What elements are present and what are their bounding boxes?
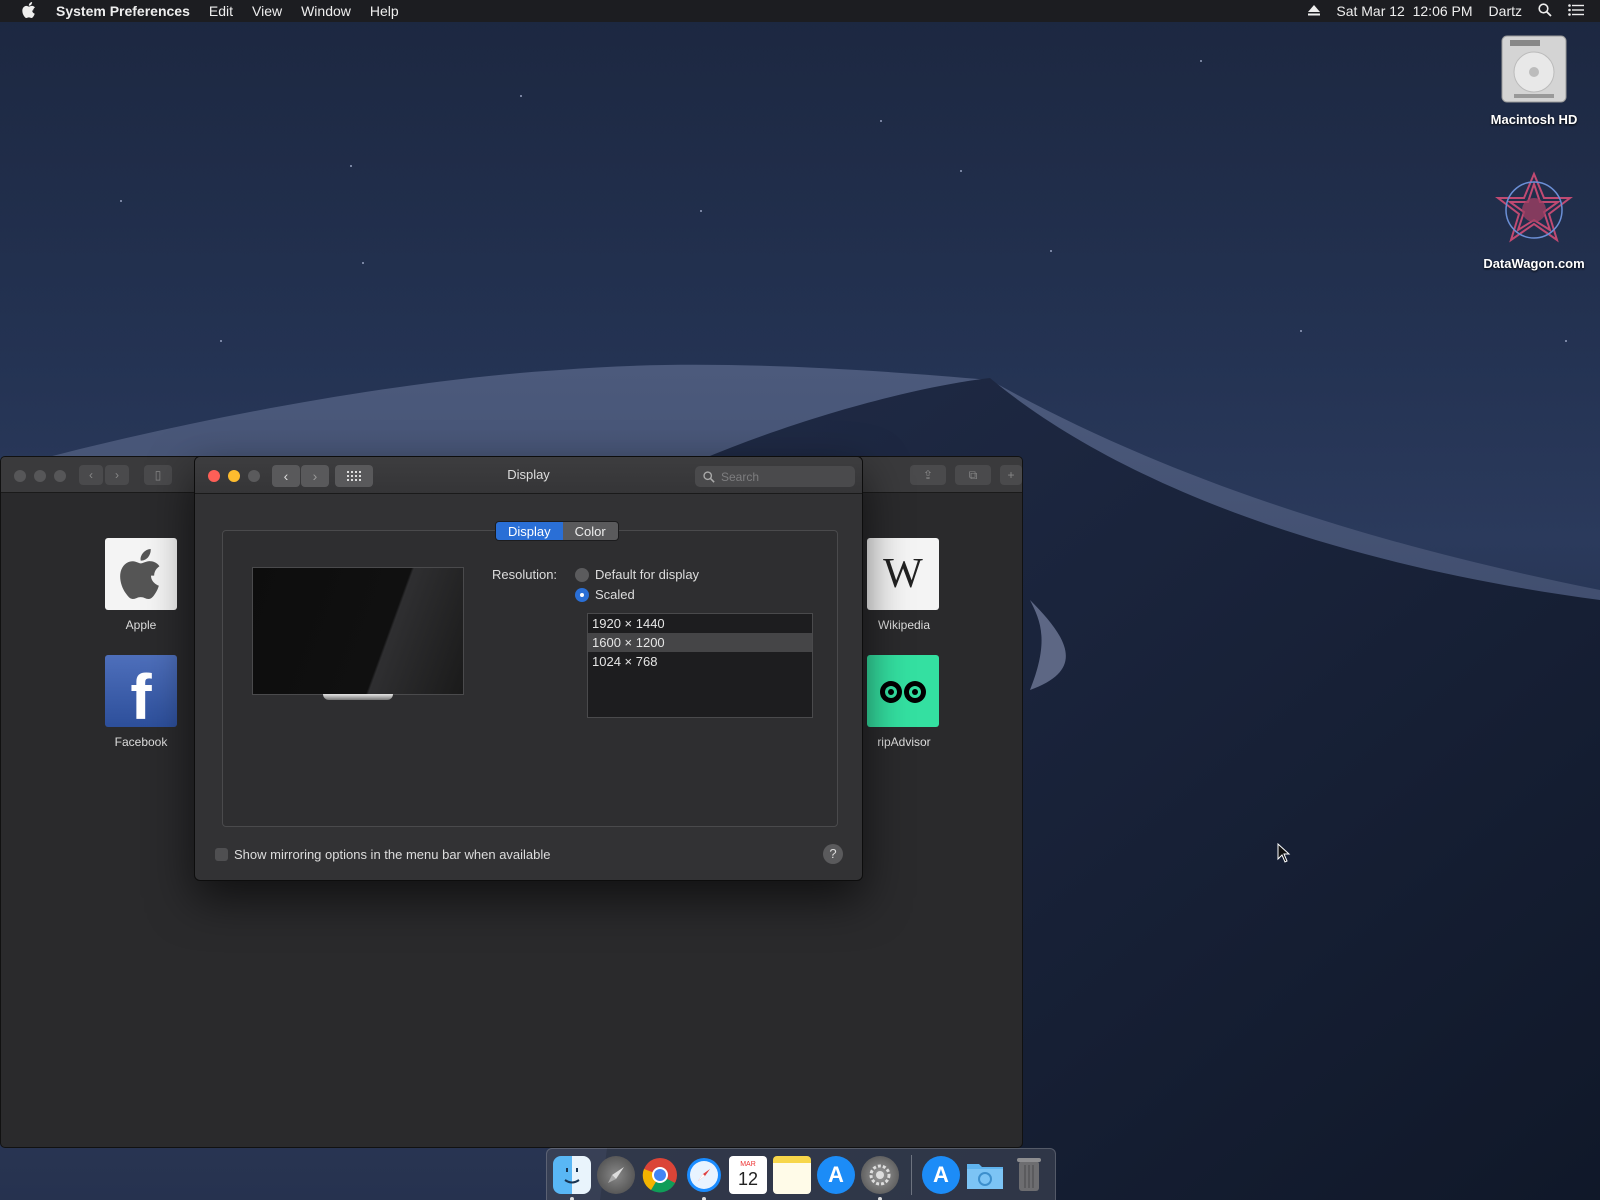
back-icon[interactable]: ‹ bbox=[79, 465, 103, 485]
launchpad-icon[interactable] bbox=[597, 1155, 635, 1194]
apple-icon bbox=[105, 538, 177, 610]
finder-icon[interactable] bbox=[553, 1155, 591, 1200]
calendar-month: MAR bbox=[740, 1161, 756, 1168]
menu-user[interactable]: Dartz bbox=[1489, 3, 1522, 19]
mirroring-label: Show mirroring options in the menu bar w… bbox=[234, 847, 551, 862]
hard-drive-icon bbox=[1498, 34, 1570, 106]
close-button[interactable] bbox=[14, 470, 26, 482]
calendar-day: 12 bbox=[737, 1169, 759, 1189]
radio-default-for-display[interactable]: Default for display bbox=[575, 567, 699, 582]
mirroring-option[interactable]: Show mirroring options in the menu bar w… bbox=[215, 847, 551, 862]
app-store-folder-icon[interactable]: A bbox=[922, 1155, 960, 1194]
calendar-icon[interactable]: MAR 12 bbox=[729, 1155, 767, 1194]
prefs-titlebar: ‹ › Display bbox=[195, 457, 862, 494]
tripadvisor-icon bbox=[867, 655, 939, 727]
app-store-icon[interactable]: A bbox=[817, 1155, 855, 1194]
radio-button[interactable] bbox=[575, 567, 589, 582]
notification-center-icon[interactable] bbox=[1568, 3, 1584, 19]
tab-display[interactable]: Display bbox=[496, 522, 563, 540]
menu-edit[interactable]: Edit bbox=[209, 3, 233, 19]
mouse-cursor-icon bbox=[1277, 843, 1291, 863]
desktop-icon-label: DataWagon.com bbox=[1483, 256, 1585, 271]
mirroring-checkbox[interactable] bbox=[215, 848, 228, 861]
sidebar-icon[interactable]: ▯ bbox=[144, 465, 172, 485]
trash-icon[interactable] bbox=[1010, 1156, 1048, 1194]
chrome-icon[interactable] bbox=[641, 1156, 679, 1194]
menu-view[interactable]: View bbox=[252, 3, 282, 19]
radio-button[interactable] bbox=[575, 587, 589, 602]
apple-logo-icon[interactable] bbox=[18, 1, 40, 21]
menu-bar: System Preferences Edit View Window Help… bbox=[0, 0, 1600, 22]
desktop-icon-datawagon[interactable]: DataWagon.com bbox=[1474, 170, 1594, 271]
resolution-list[interactable]: 1920 × 1440 1600 × 1200 1024 × 768 bbox=[587, 613, 813, 718]
display-stand bbox=[323, 694, 393, 700]
desktop-icon-macintosh-hd[interactable]: Macintosh HD bbox=[1474, 34, 1594, 127]
zoom-button[interactable] bbox=[54, 470, 66, 482]
tabs-overview-icon[interactable]: ⧉ bbox=[955, 465, 991, 485]
search-input[interactable] bbox=[721, 469, 841, 484]
menu-clock[interactable]: Sat Mar 12 12:06 PM bbox=[1336, 3, 1472, 19]
new-tab-icon[interactable]: + bbox=[1000, 465, 1022, 485]
menu-window[interactable]: Window bbox=[301, 3, 351, 19]
search-icon bbox=[703, 470, 715, 483]
resolution-label: Resolution: bbox=[492, 567, 558, 582]
search-field[interactable] bbox=[695, 466, 855, 487]
datawagon-logo-icon bbox=[1494, 170, 1574, 250]
eject-icon[interactable] bbox=[1308, 3, 1321, 19]
notes-icon[interactable] bbox=[773, 1155, 811, 1194]
radio-label: Scaled bbox=[595, 587, 635, 602]
wikipedia-icon: W bbox=[867, 538, 939, 610]
desktop-icon-label: Macintosh HD bbox=[1490, 112, 1578, 127]
display-panel: Display Color Resolution: Default for di… bbox=[222, 521, 838, 827]
favorite-label: Apple bbox=[125, 618, 157, 632]
share-icon[interactable]: ⇪ bbox=[910, 465, 946, 485]
radio-label: Default for display bbox=[595, 567, 700, 582]
menu-help[interactable]: Help bbox=[370, 3, 399, 19]
spotlight-search-icon[interactable] bbox=[1538, 2, 1552, 20]
list-item[interactable]: 1600 × 1200 bbox=[588, 633, 812, 652]
minimize-button[interactable] bbox=[34, 470, 46, 482]
favorite-facebook[interactable]: f Facebook bbox=[96, 655, 186, 749]
dock: MAR 12 A A bbox=[546, 1148, 1056, 1200]
safari-icon[interactable] bbox=[685, 1156, 723, 1200]
facebook-icon: f bbox=[105, 655, 177, 729]
dock-separator bbox=[911, 1154, 912, 1195]
favorite-label: Facebook bbox=[114, 735, 168, 749]
tab-color[interactable]: Color bbox=[562, 522, 618, 540]
tab-bar: Display Color bbox=[495, 521, 619, 541]
display-preview-icon bbox=[252, 567, 464, 695]
help-button[interactable]: ? bbox=[823, 844, 843, 864]
menu-app-name[interactable]: System Preferences bbox=[56, 3, 190, 19]
list-item[interactable]: 1024 × 768 bbox=[588, 652, 812, 671]
display-preferences-window: ‹ › Display Display Color Resolution: De… bbox=[194, 456, 863, 881]
radio-scaled[interactable]: Scaled bbox=[575, 587, 635, 602]
list-item[interactable]: 1920 × 1440 bbox=[588, 614, 812, 633]
system-preferences-icon[interactable] bbox=[861, 1155, 899, 1200]
downloads-folder-icon[interactable] bbox=[966, 1156, 1004, 1194]
favorite-apple[interactable]: Apple bbox=[96, 538, 186, 632]
forward-icon[interactable]: › bbox=[105, 465, 129, 485]
